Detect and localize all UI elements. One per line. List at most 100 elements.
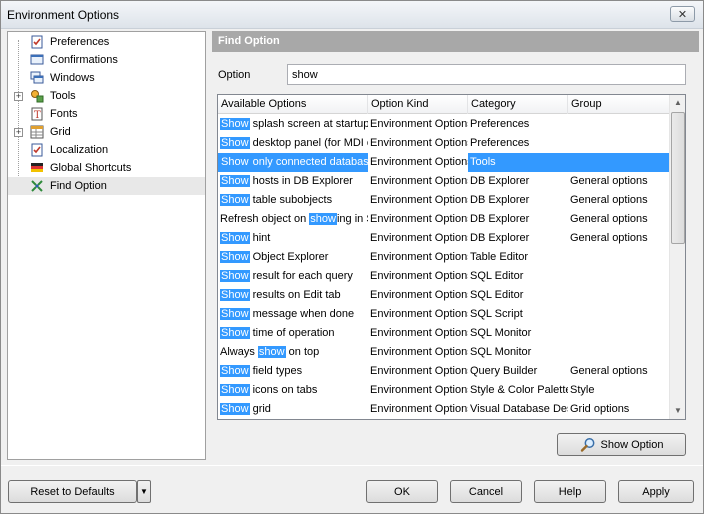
table-row[interactable]: Show message when done Environment Option…	[218, 305, 670, 324]
svg-text:T: T	[34, 110, 41, 121]
ok-button[interactable]: OK	[366, 480, 438, 503]
column-header-option-kind[interactable]: Option Kind	[368, 95, 468, 114]
expand-icon[interactable]: +	[14, 91, 23, 101]
cell-available-option: Show icons on tabs	[218, 381, 368, 400]
table-row[interactable]: Refresh object on showing in StructureEn…	[218, 210, 670, 229]
cell-option-kind: Environment Options	[370, 365, 468, 377]
tree-item-label: Confirmations	[50, 54, 118, 66]
cell-category: DB Explorer	[470, 175, 530, 187]
cell-category: SQL Monitor	[470, 346, 532, 358]
title-bar: Environment Options ✕	[1, 1, 703, 29]
table-row[interactable]: Show only connected databases Environment…	[218, 153, 670, 172]
table-row[interactable]: Show icons on tabs Environment Options Sty…	[218, 381, 670, 400]
cell-available-option: Show time of operation	[218, 324, 368, 343]
cell-category: SQL Monitor	[470, 327, 532, 339]
search-match-highlight: Show	[220, 384, 250, 396]
scroll-thumb[interactable]	[671, 112, 685, 244]
option-text-suffix: on top	[285, 346, 320, 358]
table-row[interactable]: Show grid Environment Options Visual Datab…	[218, 400, 670, 419]
table-row[interactable]: Show result for each query Environment Op…	[218, 267, 670, 286]
cell-group: General options	[570, 175, 648, 187]
table-row[interactable]: Always show on top Environment Options SQL…	[218, 343, 670, 362]
tree-item-fonts[interactable]: T Fonts	[8, 105, 205, 123]
tree-item-confirmations[interactable]: Confirmations	[8, 51, 205, 69]
show-option-button[interactable]: Show Option	[557, 433, 686, 456]
cell-category: Query Builder	[470, 365, 538, 377]
option-text-prefix: Refresh object on	[220, 213, 310, 225]
search-match-highlight: Show	[220, 251, 250, 263]
table-row[interactable]: Show Object Explorer Environment Options T…	[218, 248, 670, 267]
column-header-category[interactable]: Category	[468, 95, 568, 114]
cell-group	[568, 324, 670, 343]
cell-group	[568, 153, 670, 172]
tree-item-tools[interactable]: + Tools	[8, 87, 205, 105]
cell-available-option: Show Object Explorer	[218, 248, 368, 267]
tree-item-label: Localization	[50, 144, 109, 156]
tree-item-localization[interactable]: Localization	[8, 141, 205, 159]
option-text-suffix: grid	[249, 403, 271, 415]
cell-available-option: Show grid	[218, 400, 368, 419]
option-search-input[interactable]	[287, 64, 686, 85]
tree-item-label: Find Option	[50, 180, 107, 192]
cell-group: General options	[570, 365, 648, 377]
search-match-highlight: show	[309, 213, 337, 225]
grid-vertical-scrollbar[interactable]: ▲ ▼	[669, 95, 685, 419]
table-row[interactable]: Show results on Edit tab Environment Opti…	[218, 286, 670, 305]
option-text-suffix: hosts in DB Explorer	[249, 175, 353, 187]
cell-group: General options	[570, 194, 648, 206]
tree-item-find-option[interactable]: Find Option	[8, 177, 205, 195]
scroll-down-icon[interactable]: ▼	[670, 403, 685, 419]
search-match-highlight: Show	[220, 137, 250, 149]
cell-group: General options	[570, 232, 648, 244]
windows-icon	[30, 71, 44, 85]
table-row[interactable]: Show splash screen at startup Environment…	[218, 115, 670, 134]
ok-label: OK	[394, 485, 410, 498]
reset-to-defaults-button[interactable]: Reset to Defaults	[8, 480, 137, 503]
cancel-button[interactable]: Cancel	[450, 480, 522, 503]
bottom-divider	[1, 465, 703, 466]
options-grid: Available Options Option Kind Category G…	[217, 94, 686, 420]
options-tree: Preferences Confirmations Windows + Tools T Fo…	[7, 31, 206, 460]
preferences-icon	[30, 35, 44, 49]
cell-available-option: Show results on Edit tab	[218, 286, 368, 305]
search-match-highlight: Show	[220, 232, 250, 244]
cell-option-kind: Environment Options	[370, 232, 468, 244]
tree-item-windows[interactable]: Windows	[8, 69, 205, 87]
cell-available-option: Show only connected databases	[218, 153, 368, 172]
cell-option-kind: Environment Options	[370, 308, 468, 320]
cell-category: Preferences	[470, 137, 530, 149]
cell-option-kind: Environment Options	[368, 153, 468, 172]
tree-item-grid[interactable]: + Grid	[8, 123, 205, 141]
cell-group: Style	[570, 384, 595, 396]
apply-button[interactable]: Apply	[618, 480, 694, 503]
cell-option-kind: Environment Options	[370, 118, 468, 130]
table-row[interactable]: Show time of operation Environment Option…	[218, 324, 670, 343]
column-header-group[interactable]: Group	[568, 95, 670, 114]
search-match-highlight: Show	[220, 118, 250, 130]
help-button[interactable]: Help	[534, 480, 606, 503]
cell-group: Grid options	[570, 403, 630, 415]
cell-group	[568, 286, 670, 305]
tree-item-preferences[interactable]: Preferences	[8, 33, 205, 51]
close-button[interactable]: ✕	[670, 6, 695, 22]
cell-group	[568, 115, 670, 134]
expand-icon[interactable]: +	[14, 127, 23, 137]
table-row[interactable]: Show field types Environment Options Query…	[218, 362, 670, 381]
search-match-highlight: Show	[220, 327, 250, 339]
option-text-suffix: hint	[249, 232, 271, 244]
cell-option-kind: Environment Options	[370, 346, 468, 358]
option-text-suffix: ing in Structure	[336, 213, 368, 225]
option-label: Option	[218, 69, 251, 81]
tree-item-label: Windows	[50, 72, 95, 84]
table-row[interactable]: Show hint Environment Options DB Explorer G…	[218, 229, 670, 248]
column-header-available-options[interactable]: Available Options	[218, 95, 368, 114]
cell-option-kind: Environment Options	[370, 384, 468, 396]
table-row[interactable]: Show table subobjects Environment Options…	[218, 191, 670, 210]
option-text-suffix: results on Edit tab	[249, 289, 341, 301]
scroll-up-icon[interactable]: ▲	[670, 95, 685, 111]
table-row[interactable]: Show hosts in DB Explorer Environment Opt…	[218, 172, 670, 191]
cell-group	[568, 343, 670, 362]
tree-item-global-shortcuts[interactable]: Global Shortcuts	[8, 159, 205, 177]
reset-dropdown-button[interactable]: ▼	[137, 480, 151, 503]
table-row[interactable]: Show desktop panel (for MDI environment)…	[218, 134, 670, 153]
